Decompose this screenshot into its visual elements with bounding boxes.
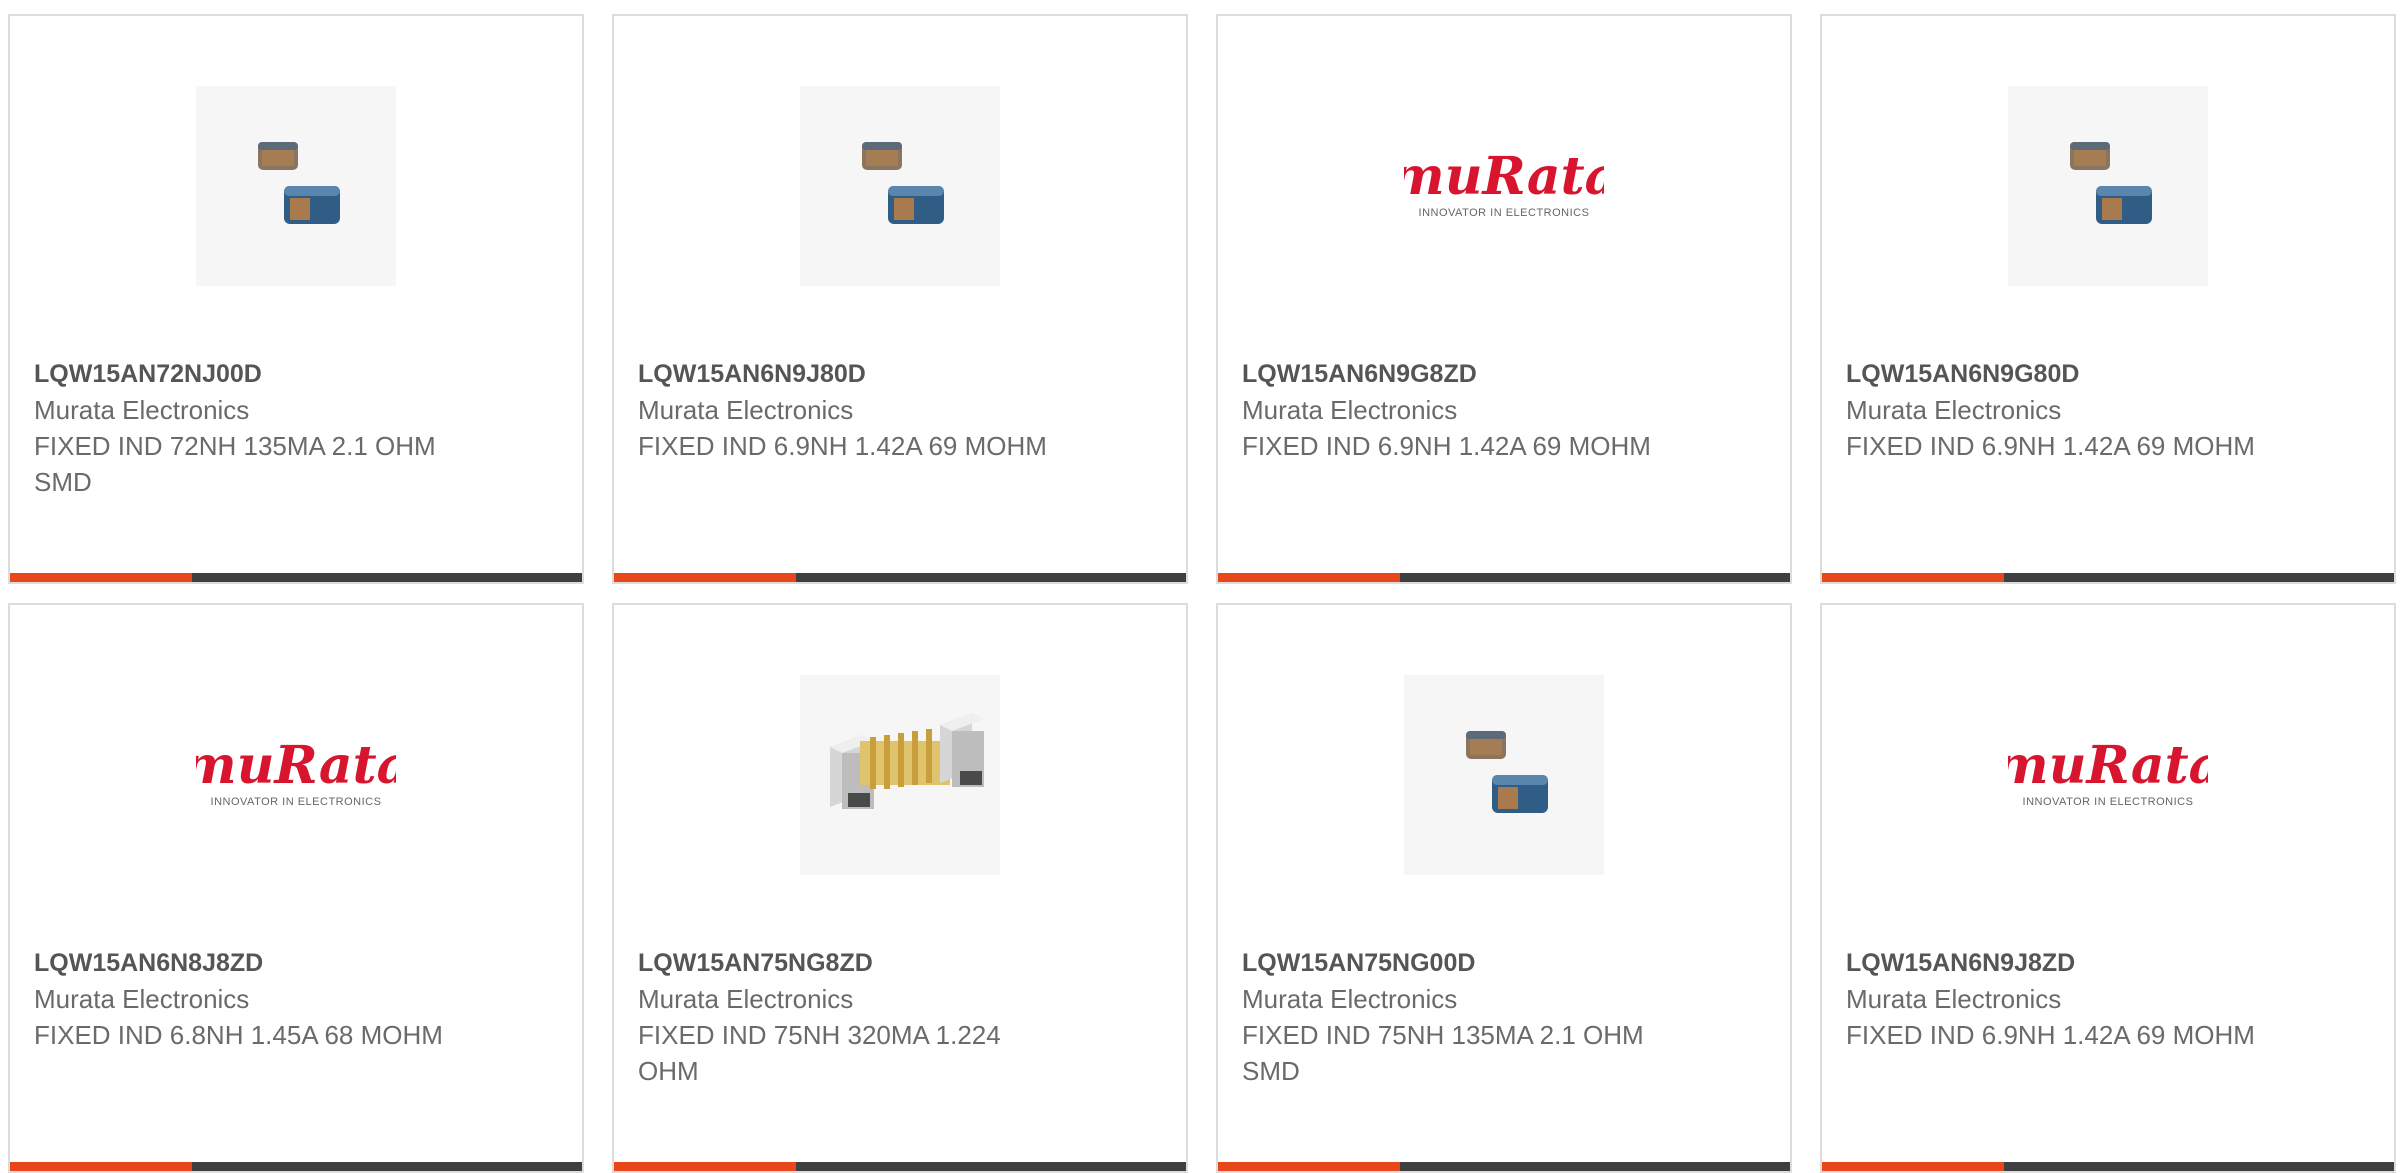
manufacturer-name: Murata Electronics (34, 395, 250, 425)
card-accent-bar (614, 573, 796, 582)
part-number-link[interactable]: LQW15AN6N9G8ZD (1242, 356, 1762, 392)
product-description: FIXED IND 72NH 135MA 2.1 OHM SMD (34, 431, 436, 497)
logo-wordmark: muRata (196, 735, 396, 796)
part-number-link[interactable]: LQW15AN72NJ00D (34, 356, 554, 392)
part-number-link[interactable]: LQW15AN6N9G80D (1846, 356, 2366, 392)
manufacturer-name: Murata Electronics (1242, 395, 1458, 425)
product-card[interactable]: muRata INNOVATOR IN ELECTRONICS LQW15AN6… (1216, 14, 1792, 584)
inductor-pair-image (800, 86, 1000, 286)
product-card[interactable]: LQW15AN72NJ00D Murata Electronics FIXED … (8, 14, 584, 584)
manufacturer-name: Murata Electronics (638, 395, 854, 425)
card-accent-bar (10, 573, 192, 582)
card-bottom-bar (1218, 573, 1790, 582)
part-number-link[interactable]: LQW15AN75NG8ZD (638, 945, 1158, 981)
product-card[interactable]: LQW15AN6N9G80D Murata Electronics FIXED … (1820, 14, 2396, 584)
manufacturer-name: Murata Electronics (638, 984, 854, 1014)
card-accent-bar (1218, 573, 1400, 582)
murata-logo: muRata INNOVATOR IN ELECTRONICS (196, 675, 396, 875)
product-description: FIXED IND 6.9NH 1.42A 69 MOHM (638, 431, 1047, 461)
part-number-link[interactable]: LQW15AN75NG00D (1242, 945, 1762, 981)
inductor-pair-image (2008, 86, 2208, 286)
product-card[interactable]: LQW15AN6N9J80D Murata Electronics FIXED … (612, 14, 1188, 584)
product-card[interactable]: LQW15AN75NG00D Murata Electronics FIXED … (1216, 603, 1792, 1173)
logo-wordmark: muRata (2008, 735, 2208, 796)
product-description: FIXED IND 75NH 320MA 1.224 OHM (638, 1020, 1001, 1086)
product-description: FIXED IND 75NH 135MA 2.1 OHM SMD (1242, 1020, 1644, 1086)
murata-logo: muRata INNOVATOR IN ELECTRONICS (1404, 86, 1604, 286)
product-description: FIXED IND 6.9NH 1.42A 69 MOHM (1846, 1020, 2255, 1050)
card-bottom-bar (614, 573, 1186, 582)
wirewound-coil-image (800, 675, 1000, 875)
murata-logo: muRata INNOVATOR IN ELECTRONICS (2008, 675, 2208, 875)
card-bottom-bar (1822, 573, 2394, 582)
product-card[interactable]: LQW15AN75NG8ZD Murata Electronics FIXED … (612, 603, 1188, 1173)
logo-tagline: INNOVATOR IN ELECTRONICS (211, 796, 382, 808)
part-number-link[interactable]: LQW15AN6N8J8ZD (34, 945, 554, 981)
manufacturer-name: Murata Electronics (34, 984, 250, 1014)
product-description: FIXED IND 6.9NH 1.42A 69 MOHM (1846, 431, 2255, 461)
part-number-link[interactable]: LQW15AN6N9J8ZD (1846, 945, 2366, 981)
card-bottom-bar (10, 573, 582, 582)
manufacturer-name: Murata Electronics (1242, 984, 1458, 1014)
part-number-link[interactable]: LQW15AN6N9J80D (638, 356, 1158, 392)
manufacturer-name: Murata Electronics (1846, 984, 2062, 1014)
logo-wordmark: muRata (1404, 146, 1604, 207)
card-accent-bar (1822, 573, 2004, 582)
inductor-pair-image (1404, 675, 1604, 875)
manufacturer-name: Murata Electronics (1846, 395, 2062, 425)
product-description: FIXED IND 6.8NH 1.45A 68 MOHM (34, 1020, 443, 1050)
logo-tagline: INNOVATOR IN ELECTRONICS (2023, 796, 2194, 808)
product-grid: LQW15AN72NJ00D Murata Electronics FIXED … (0, 0, 2400, 1173)
product-card[interactable]: muRata INNOVATOR IN ELECTRONICS LQW15AN6… (8, 603, 584, 1173)
product-description: FIXED IND 6.9NH 1.42A 69 MOHM (1242, 431, 1651, 461)
logo-tagline: INNOVATOR IN ELECTRONICS (1419, 207, 1590, 219)
inductor-pair-image (196, 86, 396, 286)
product-card[interactable]: muRata INNOVATOR IN ELECTRONICS LQW15AN6… (1820, 603, 2396, 1173)
